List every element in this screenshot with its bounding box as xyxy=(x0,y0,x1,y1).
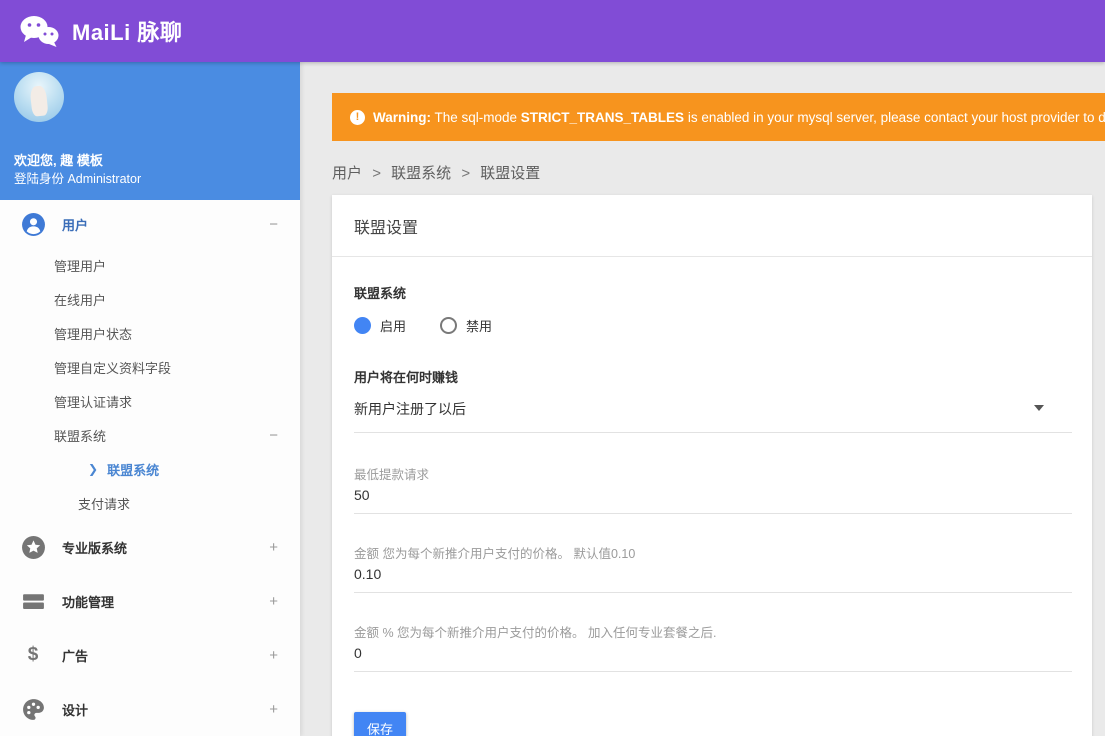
sidebar-item-label: 支付请求 xyxy=(78,496,131,512)
amount-group: 金额 您为每个新推介用户支付的价格。 默认值0.10 0.10 xyxy=(354,543,1072,593)
amount-input[interactable]: 0.10 xyxy=(354,566,1072,593)
sidebar-item-user-status[interactable]: 管理用户状态 xyxy=(0,316,300,350)
layers-icon xyxy=(20,588,46,614)
earn-when-group: 用户将在何时赚钱 新用户注册了以后 xyxy=(354,367,1072,433)
exclamation-circle-icon: ! xyxy=(350,109,365,125)
breadcrumb-separator: > xyxy=(461,165,471,182)
avatar[interactable] xyxy=(14,72,64,122)
sidebar-item-label: 在线用户 xyxy=(54,292,107,308)
sidebar-section-label: 专业版系统 xyxy=(62,540,128,556)
user-icon xyxy=(20,211,46,237)
radio-option-disable[interactable]: 禁用 xyxy=(440,316,492,335)
sidebar-section-label: 设计 xyxy=(62,702,89,718)
wechat-logo-icon xyxy=(20,16,59,47)
sidebar-item-payment-requests[interactable]: 支付请求 xyxy=(0,486,300,520)
chevron-right-icon: ❯ xyxy=(88,462,99,476)
sidebar-item-label: 管理自定义资料字段 xyxy=(54,360,172,376)
sidebar-item-affiliate-system-active[interactable]: ❯ 联盟系统 xyxy=(0,452,300,486)
star-icon xyxy=(20,534,46,560)
sidebar-item-manage-users[interactable]: 管理用户 xyxy=(0,248,300,282)
sidebar-item-custom-fields[interactable]: 管理自定义资料字段 xyxy=(0,350,300,384)
breadcrumb-item-affiliate-settings[interactable]: 联盟设置 xyxy=(480,165,540,182)
sidebar-item-label: 管理用户 xyxy=(54,258,107,274)
amount-label: 金额 您为每个新推介用户支付的价格。 默认值0.10 xyxy=(354,547,636,561)
sidebar-section-label: 广告 xyxy=(62,648,89,664)
amount-percent-input[interactable]: 0 xyxy=(354,645,1072,672)
radio-selected-icon[interactable] xyxy=(354,317,371,334)
sidebar-item-verification-requests[interactable]: 管理认证请求 xyxy=(0,384,300,418)
breadcrumb: 用户 > 联盟系统 > 联盟设置 xyxy=(332,162,1105,183)
amount-percent-group: 金额 % 您为每个新推介用户支付的价格。 加入任何专业套餐之后. 0 xyxy=(354,622,1072,672)
sidebar-item-label: 联盟系统 xyxy=(107,462,160,478)
sidebar-item-label: 联盟系统 xyxy=(54,428,107,444)
affiliate-settings-card: 联盟设置 联盟系统 启用 禁用 用户将在何时赚钱 新用户注册了以后 最低提款请求… xyxy=(332,195,1092,736)
sidebar-section-pro-system[interactable]: 专业版系统 + xyxy=(0,520,300,574)
min-withdrawal-label: 最低提款请求 xyxy=(354,468,430,482)
earn-when-label: 用户将在何时赚钱 xyxy=(354,370,459,385)
warning-banner: ! Warning: The sql-mode STRICT_TRANS_TAB… xyxy=(332,93,1105,141)
dollar-icon: $ xyxy=(27,644,39,665)
expand-icon[interactable]: + xyxy=(269,593,278,610)
warning-text: Warning: The sql-mode STRICT_TRANS_TABLE… xyxy=(373,109,1105,125)
palette-icon xyxy=(20,696,46,722)
radio-option-enable[interactable]: 启用 xyxy=(354,316,406,335)
radio-label: 禁用 xyxy=(466,319,493,334)
sidebar-item-label: 管理用户状态 xyxy=(54,326,133,342)
sidebar-item-affiliate-system[interactable]: 联盟系统 − xyxy=(0,418,300,452)
brand-name: MaiLi 脉聊 xyxy=(72,20,183,45)
card-title: 联盟设置 xyxy=(332,195,1092,257)
brand[interactable]: MaiLi 脉聊 xyxy=(18,14,182,48)
sidebar-profile: 欢迎您, 趣 模板 登陆身份 Administrator xyxy=(0,62,300,200)
affiliate-system-group: 联盟系统 启用 禁用 xyxy=(354,283,1072,335)
caret-down-icon xyxy=(1034,405,1044,411)
sidebar-item-online-users[interactable]: 在线用户 xyxy=(0,282,300,316)
earn-when-value: 新用户注册了以后 xyxy=(354,401,466,417)
radio-label: 启用 xyxy=(380,319,407,334)
welcome-text: 欢迎您, 趣 模板 xyxy=(14,153,103,168)
sidebar-section-label: 用户 xyxy=(62,217,89,233)
expand-icon[interactable]: + xyxy=(269,701,278,718)
collapse-icon[interactable]: − xyxy=(269,427,278,444)
sidebar-section-users[interactable]: 用户 − xyxy=(0,200,300,248)
affiliate-system-label: 联盟系统 xyxy=(354,286,407,301)
expand-icon[interactable]: + xyxy=(269,647,278,664)
breadcrumb-separator: > xyxy=(372,165,381,182)
expand-icon[interactable]: + xyxy=(269,539,278,556)
save-button[interactable]: 保存 xyxy=(354,712,407,736)
sidebar-menu: 用户 − 管理用户 在线用户 管理用户状态 管理自定义资料字段 管理认证请求 联… xyxy=(0,200,300,736)
min-withdrawal-group: 最低提款请求 50 xyxy=(354,464,1072,514)
breadcrumb-item-affiliate-system[interactable]: 联盟系统 xyxy=(391,165,451,182)
sidebar-item-label: 管理认证请求 xyxy=(54,394,133,410)
main-content: ! Warning: The sql-mode STRICT_TRANS_TAB… xyxy=(300,62,1105,736)
login-role-text: 登陆身份 Administrator xyxy=(14,172,142,186)
sidebar-section-label: 功能管理 xyxy=(62,594,115,610)
collapse-icon[interactable]: − xyxy=(269,216,278,233)
earn-when-select[interactable]: 新用户注册了以后 xyxy=(354,399,1072,433)
amount-percent-label: 金额 % 您为每个新推介用户支付的价格。 加入任何专业套餐之后. xyxy=(354,626,717,640)
sidebar-section-features[interactable]: 功能管理 + xyxy=(0,574,300,628)
sidebar: 欢迎您, 趣 模板 登陆身份 Administrator 用户 − 管理用户 在… xyxy=(0,62,300,736)
sidebar-section-design[interactable]: 设计 + xyxy=(0,682,300,736)
min-withdrawal-input[interactable]: 50 xyxy=(354,487,1072,514)
top-header-bar: MaiLi 脉聊 xyxy=(0,0,1105,62)
radio-unselected-icon[interactable] xyxy=(440,317,458,334)
sidebar-section-ads[interactable]: $ 广告 + xyxy=(0,628,300,682)
breadcrumb-item-users[interactable]: 用户 xyxy=(332,165,362,182)
